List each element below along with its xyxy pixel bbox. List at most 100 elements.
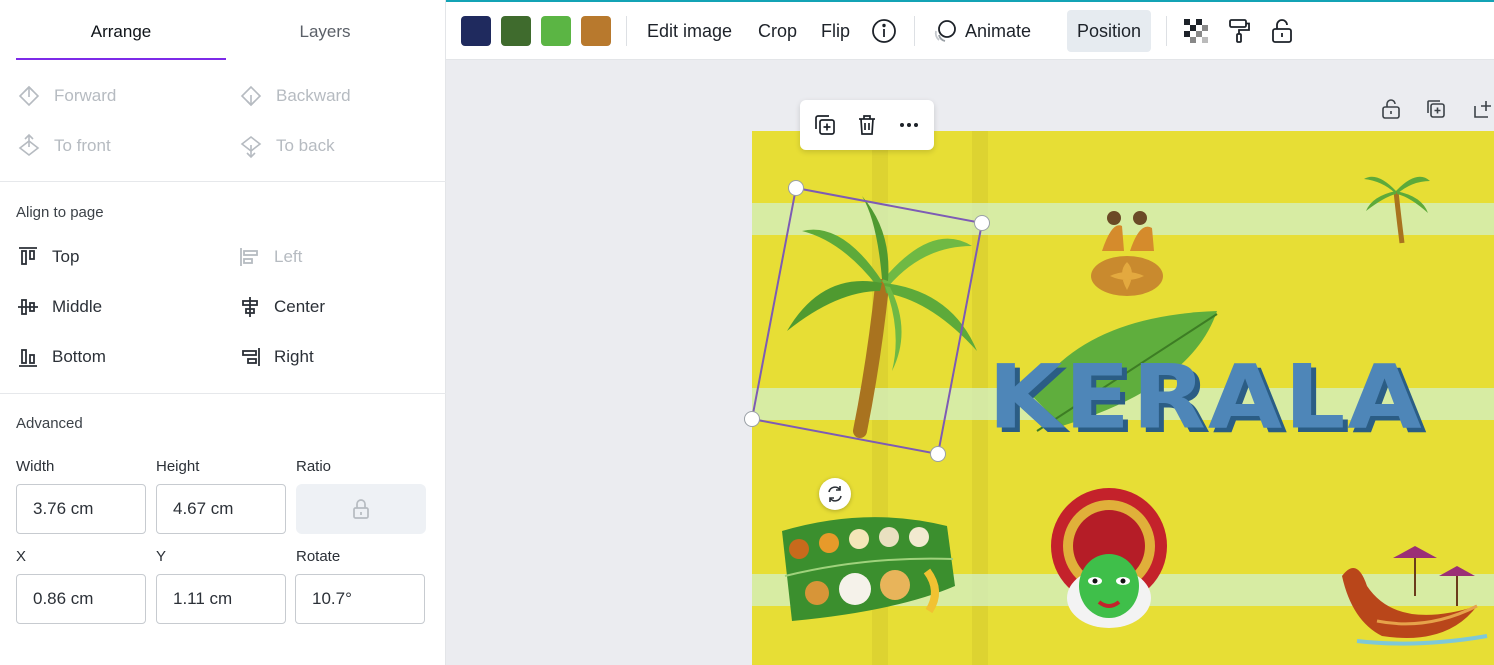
align-center-button[interactable]: Center [238,295,325,319]
page-lock-button[interactable] [1378,96,1404,122]
editor-toolbar: Edit image Crop Flip Animate Position [446,2,1494,60]
align-center-label: Center [274,297,326,316]
align-right-label: Right [274,347,314,366]
color-swatch[interactable] [461,16,491,46]
trash-icon [859,115,875,135]
rotate-label: Rotate [296,548,341,565]
element-floating-toolbar [800,100,934,150]
backward-button[interactable]: Backward [238,83,351,109]
align-section-title: Align to page [16,204,104,221]
resize-handle-bottom-right[interactable] [930,446,946,462]
duplicate-button[interactable] [812,112,838,138]
align-right-button[interactable]: Right [238,345,314,369]
delete-button[interactable] [854,112,880,138]
edit-image-button[interactable]: Edit image [641,10,738,52]
flip-button[interactable]: Flip [815,10,856,52]
position-panel: Arrange Layers Forward Backward To front… [0,0,446,665]
to-front-label: To front [54,136,111,155]
rotate-field[interactable] [295,574,425,624]
divider [0,181,446,182]
transparency-icon [1184,19,1208,43]
toolbar-separator [1166,16,1167,46]
align-right-icon [242,348,260,366]
forward-label: Forward [54,86,117,105]
color-swatch[interactable] [541,16,571,46]
backward-label: Backward [276,86,351,105]
kerala-title[interactable]: KERALA [988,345,1424,448]
align-top-label: Top [52,247,80,266]
more-icon [900,123,918,127]
tab-layers[interactable]: Layers [220,22,430,42]
toolbar-separator [914,16,915,46]
align-center-icon [242,297,258,317]
info-icon [872,19,896,43]
add-page-icon [1474,101,1491,118]
align-bottom-label: Bottom [52,347,106,366]
tab-arrange[interactable]: Arrange [16,22,226,42]
lock-button[interactable] [1267,16,1297,46]
duplicate-icon [1427,100,1445,118]
toolbar-separator [626,16,627,46]
align-middle-label: Middle [52,297,103,316]
animate-button[interactable]: Animate [959,10,1037,52]
height-label: Height [156,458,200,475]
to-back-icon [240,135,262,159]
rotate-handle[interactable] [819,478,851,510]
position-button[interactable]: Position [1067,10,1152,52]
resize-handle-top-left[interactable] [788,180,804,196]
selection-frame [750,186,984,456]
to-front-button[interactable]: To front [16,133,111,159]
kathakali-face-graphic[interactable] [1047,486,1172,636]
to-back-button[interactable]: To back [238,133,335,159]
copy-style-button[interactable] [1224,16,1254,46]
align-middle-icon [18,299,38,315]
width-label: Width [16,458,55,475]
lock-icon [353,499,369,519]
lock-icon [1382,99,1400,119]
align-top-button[interactable]: Top [16,245,79,269]
duplicate-icon [815,115,835,135]
align-left-button[interactable]: Left [238,245,302,269]
color-swatch[interactable] [501,16,531,46]
color-swatch[interactable] [581,16,611,46]
panel-tabs: Arrange Layers [0,12,446,62]
more-options-button[interactable] [896,112,922,138]
align-top-icon [19,247,37,265]
resize-handle-bottom-left[interactable] [744,411,760,427]
align-bottom-button[interactable]: Bottom [16,345,106,369]
width-field[interactable] [16,484,146,534]
align-middle-button[interactable]: Middle [16,295,102,319]
page-duplicate-button[interactable] [1423,96,1449,122]
align-left-icon [240,248,258,266]
animate-icon-button[interactable] [930,16,960,46]
y-label: Y [156,548,167,565]
resize-handle-top-right[interactable] [974,215,990,231]
to-front-icon [18,133,40,157]
forward-button[interactable]: Forward [16,83,116,109]
ratio-label: Ratio [296,458,332,475]
page-add-button[interactable] [1470,96,1494,122]
lock-icon [1272,19,1292,43]
animate-icon [934,20,956,42]
transparency-button[interactable] [1181,16,1211,46]
x-field[interactable] [16,574,146,624]
sadya-leaf-graphic[interactable] [777,511,957,626]
paint-roller-icon [1229,19,1250,43]
active-tab-indicator [16,58,226,60]
divider [0,393,446,394]
align-left-label: Left [274,247,303,266]
backward-icon [240,85,262,107]
y-field[interactable] [156,574,286,624]
forward-icon [18,85,40,107]
ratio-lock-button[interactable] [296,484,426,534]
small-palm-graphic[interactable] [1362,161,1432,246]
crop-button[interactable]: Crop [752,10,803,52]
height-field[interactable] [156,484,286,534]
snake-boat-graphic[interactable] [1337,536,1494,648]
dancers-graphic[interactable] [1082,206,1172,301]
align-bottom-icon [19,349,37,367]
x-label: X [16,548,27,565]
info-button[interactable] [869,16,899,46]
to-back-label: To back [276,136,335,155]
rotate-icon [828,486,842,502]
